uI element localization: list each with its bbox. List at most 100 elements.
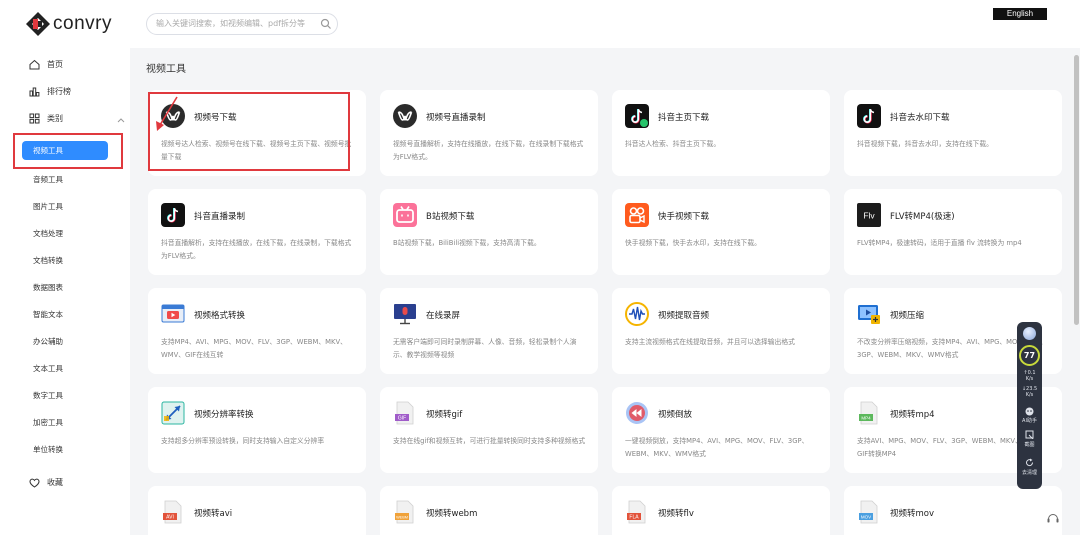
card-desc: 视频号直播解析，支持在线播放，在线下载，在线录制下载格式为FLV格式。 <box>393 140 584 161</box>
refresh-icon[interactable] <box>1025 458 1034 467</box>
card-desc: B站视频下载，BiliBili视频下载，支持高清下载。 <box>393 239 541 247</box>
sidebar-item-category[interactable]: 类别 <box>29 113 63 124</box>
logo[interactable]: convry <box>26 12 112 36</box>
sidebar-item-office[interactable]: 办公辅助 <box>33 336 63 347</box>
ranking-icon <box>29 87 40 97</box>
card-title: 视频转avi <box>194 509 233 519</box>
score-gauge[interactable]: 77 <box>1019 345 1040 366</box>
language-button[interactable]: English <box>993 8 1047 20</box>
card-title: 视频格式转换 <box>194 311 246 321</box>
fla-file-icon: FLA <box>627 500 646 524</box>
card-desc: 一键视频倒放，支持MP4、AVI、MPG、MOV、FLV、3GP、WEBM、MK… <box>625 437 809 458</box>
tool-card[interactable]: Flv FLV转MP4(极速) FLV转MP4，极速转码，适用于直播 flv 流… <box>844 189 1062 275</box>
sidebar-item-label: 收藏 <box>47 478 63 487</box>
tool-card[interactable]: 抖音去水印下载 抖音视频下载，抖音去水印，支持在线下载。 <box>844 90 1062 176</box>
card-desc: FLV转MP4，极速转码，适用于直播 flv 流转换为 mp4 <box>857 239 1022 247</box>
tool-card[interactable]: AVI 视频转avi <box>148 486 366 535</box>
chevron-up-icon[interactable] <box>117 117 125 123</box>
card-title: 视频号直播录制 <box>426 113 486 123</box>
sidebar-item-text-tools[interactable]: 文本工具 <box>33 363 63 374</box>
tool-card[interactable]: 抖音直播录制 抖音直播解析，支持在线播放，在线下载，在线录制，下载格式为FLV格… <box>148 189 366 275</box>
ai-assistant-label: AI助手 <box>1022 418 1037 424</box>
sidebar-item-doc-process[interactable]: 文档处理 <box>33 228 63 239</box>
search-placeholder: 输入关键词搜索，如视频编辑、pdf拆分等 <box>156 19 305 28</box>
tool-card[interactable]: B站视频下载 B站视频下载，BiliBili视频下载，支持高清下载。 <box>380 189 598 275</box>
tool-card[interactable]: 视频分辨率转换 支持超多分辨率预设转换，同时支持输入自定义分辨率 <box>148 387 366 473</box>
highlight-box <box>13 133 123 169</box>
card-title: B站视频下载 <box>426 212 475 222</box>
card-desc: 抖音直播解析，支持在线播放，在线下载，在线录制，下载格式为FLV格式。 <box>161 239 352 260</box>
tool-card[interactable]: 视频倒放 一键视频倒放，支持MP4、AVI、MPG、MOV、FLV、3GP、WE… <box>612 387 830 473</box>
card-desc: 支持超多分辨率预设转换，同时支持输入自定义分辨率 <box>161 437 325 445</box>
card-title: 抖音去水印下载 <box>890 113 950 123</box>
card-title: 视频倒放 <box>658 410 693 420</box>
sidebar-item-encrypt[interactable]: 加密工具 <box>33 417 63 428</box>
card-title: 抖音主页下载 <box>658 113 710 123</box>
tool-card[interactable]: 视频号直播录制 视频号直播解析，支持在线播放，在线下载，在线录制下载格式为FLV… <box>380 90 598 176</box>
grid-icon <box>29 113 40 124</box>
tool-card[interactable]: GIF 视频转gif 支持在线gif和视频互转，可进行批量转换同时支持多种视频格… <box>380 387 598 473</box>
card-title: 抖音直播录制 <box>194 212 246 222</box>
sidebar-item-label: 类别 <box>47 114 63 123</box>
avi-file-icon: AVI <box>163 500 182 524</box>
floating-tool-widget[interactable]: 77 ↑0.1 K/s ↓23.5 K/s AI助手 截图 去清理 <box>1017 322 1042 489</box>
sidebar-item-unit[interactable]: 单位转换 <box>33 444 63 455</box>
sidebar-item-favorites[interactable]: 收藏 <box>29 477 63 488</box>
sidebar <box>0 48 130 535</box>
card-desc: 支持MP4、AVI、MPG、MOV、FLV、3GP、WEBM、MKV、WMV、G… <box>161 338 347 359</box>
card-title: 视频转webm <box>426 509 478 519</box>
tool-card[interactable]: 抖音主页下载 抖音达人检索、抖音主页下载。 <box>612 90 830 176</box>
logo-text: convry <box>53 13 112 34</box>
card-title: 视频转mp4 <box>890 410 935 420</box>
tool-card[interactable]: 在线录屏 无需客户端即可同时录制屏幕、人像、音频，轻松录制个人演示、教学视频等视… <box>380 288 598 374</box>
svg-text:MP4: MP4 <box>861 416 871 421</box>
card-title: 视频转gif <box>426 410 463 420</box>
resolution-icon <box>161 401 185 425</box>
sidebar-item-home[interactable]: 首页 <box>29 59 63 70</box>
card-desc: 抖音达人检索、抖音主页下载。 <box>625 140 721 148</box>
svg-text:Flv: Flv <box>863 211 875 221</box>
sidebar-item-rank[interactable]: 排行榜 <box>29 86 71 97</box>
sidebar-item-charts[interactable]: 数据图表 <box>33 282 63 293</box>
card-title: 视频分辨率转换 <box>194 410 254 420</box>
search-icon[interactable] <box>320 18 332 30</box>
logo-mark-icon <box>26 12 50 36</box>
tool-card[interactable]: MOV 视频转mov <box>844 486 1062 535</box>
card-title: 视频压缩 <box>890 311 925 321</box>
sidebar-item-number-tools[interactable]: 数字工具 <box>33 390 63 401</box>
assistant-ball-icon[interactable] <box>1023 327 1036 340</box>
screenshot-label: 截图 <box>1024 442 1035 448</box>
sidebar-item-audio[interactable]: 音频工具 <box>33 174 63 185</box>
search-input[interactable]: 输入关键词搜索，如视频编辑、pdf拆分等 <box>146 13 338 35</box>
svg-text:WEBM: WEBM <box>396 515 408 519</box>
page-scrollbar[interactable] <box>1074 55 1079 325</box>
card-desc: 支持在线gif和视频互转，可进行批量转换同时支持多种视频格式 <box>393 437 586 445</box>
screen-record-icon <box>394 304 416 325</box>
tool-card[interactable]: 视频格式转换 支持MP4、AVI、MPG、MOV、FLV、3GP、WEBM、MK… <box>148 288 366 374</box>
screenshot-icon[interactable] <box>1025 430 1034 439</box>
video-convert-icon <box>161 304 185 323</box>
svg-text:FLA: FLA <box>629 515 639 521</box>
bilibili-icon <box>393 203 417 227</box>
sidebar-item-doc-convert[interactable]: 文档转换 <box>33 255 63 266</box>
headset-icon[interactable] <box>1046 511 1060 525</box>
card-title: 视频转mov <box>890 509 935 519</box>
tool-card[interactable]: WEBM 视频转webm <box>380 486 598 535</box>
tool-card[interactable]: FLA 视频转flv <box>612 486 830 535</box>
card-title: 在线录屏 <box>426 311 461 321</box>
tool-card[interactable]: 快手视频下载 快手视频下载，快手去水印，支持在线下载。 <box>612 189 830 275</box>
svg-text:MOV: MOV <box>861 515 871 520</box>
arrow-annotation-icon <box>156 96 178 131</box>
sidebar-item-smart-text[interactable]: 智能文本 <box>33 309 63 320</box>
svg-text:GIF: GIF <box>398 416 406 422</box>
mov-file-icon: MOV <box>859 500 878 524</box>
card-title: 视频转flv <box>658 509 694 519</box>
sidebar-item-image[interactable]: 图片工具 <box>33 201 63 212</box>
card-desc: 无需客户端即可同时录制屏幕、人像、音频，轻松录制个人演示、教学视频等视频 <box>393 338 577 359</box>
sidebar-item-label: 排行榜 <box>47 87 71 96</box>
ai-assistant-icon[interactable] <box>1025 407 1034 416</box>
tool-card[interactable]: 视频提取音频 支持主流视频格式在线提取音频，并且可以选择输出格式 <box>612 288 830 374</box>
download-speed: ↓23.5 K/s <box>1021 386 1038 398</box>
douyin-icon <box>857 104 881 128</box>
gif-file-icon: GIF <box>395 401 414 425</box>
